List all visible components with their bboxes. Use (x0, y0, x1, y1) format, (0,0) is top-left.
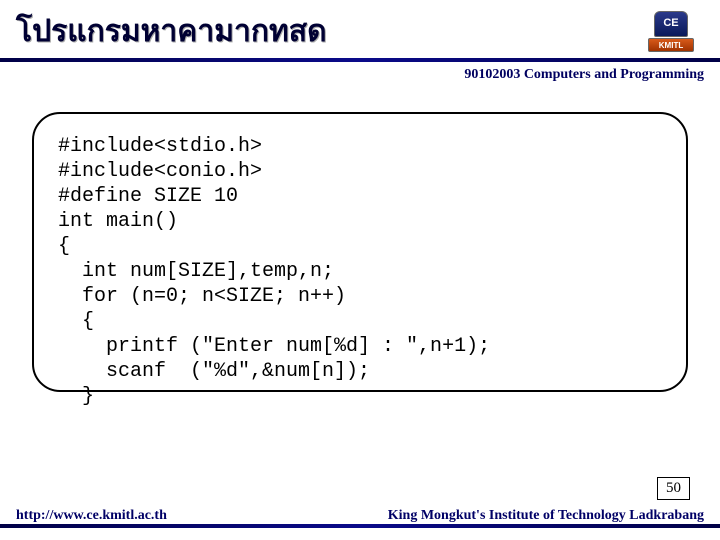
bottom-divider (0, 524, 720, 528)
logo-bottom: KMITL (648, 38, 694, 52)
code-content: #include<stdio.h> #include<conio.h> #def… (58, 134, 662, 409)
logo-top: CE (654, 11, 688, 37)
code-box: #include<stdio.h> #include<conio.h> #def… (32, 112, 688, 392)
course-label: 90102003 Computers and Programming (464, 67, 704, 83)
page-title: โปรแกรมหาคามากทสด (16, 8, 327, 55)
footer-institute: King Mongkut's Institute of Technology L… (388, 508, 704, 524)
logo: CE KMITL (636, 6, 706, 56)
footer-url: http://www.ce.kmitl.ac.th (16, 508, 167, 524)
page-number: 50 (657, 477, 690, 500)
top-divider (0, 58, 720, 62)
